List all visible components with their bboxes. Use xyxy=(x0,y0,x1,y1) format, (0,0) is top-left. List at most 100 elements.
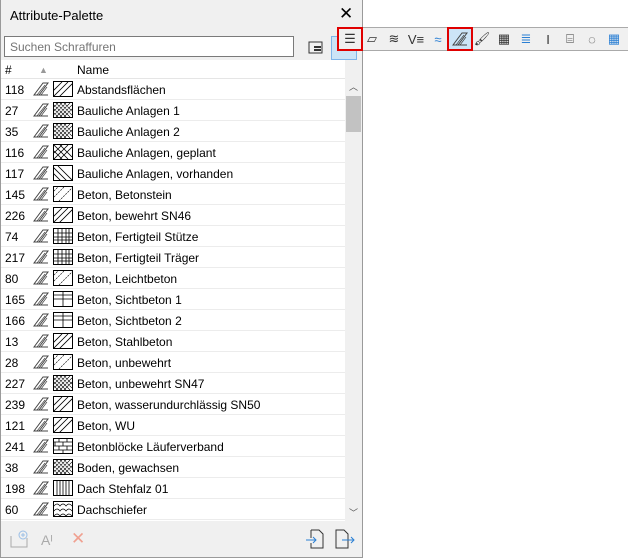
zone-icon[interactable]: ⌸ xyxy=(559,29,581,49)
list-item[interactable]: 80 Beton, Leichtbeton xyxy=(1,268,345,289)
list-item[interactable]: 74 Beton, Fertigteil Stütze xyxy=(1,226,345,247)
list-item[interactable]: 165 Beton, Sichtbeton 1 xyxy=(1,289,345,310)
row-number: 27 xyxy=(5,104,19,118)
pattern-preview-diag xyxy=(53,81,73,97)
row-name: Beton, wasserundurchlässig SN50 xyxy=(77,398,261,412)
list-item[interactable]: 28 Beton, unbewehrt xyxy=(1,352,345,373)
list-item[interactable]: 217 Beton, Fertigteil Träger xyxy=(1,247,345,268)
import-icon[interactable] xyxy=(306,529,324,552)
pattern-preview-brick xyxy=(53,438,73,454)
list-item[interactable]: 117 Bauliche Anlagen, vorhanden xyxy=(1,163,345,184)
row-number: 121 xyxy=(5,419,26,433)
hatch-type-icon xyxy=(33,103,49,120)
hatch-icon[interactable] xyxy=(447,27,473,51)
hatch-type-icon xyxy=(33,460,49,477)
list-item[interactable]: 13 Beton, Stahlbeton xyxy=(1,331,345,352)
profile-icon[interactable]: I xyxy=(537,29,559,49)
folder-list-button[interactable] xyxy=(304,36,328,58)
pattern-preview-vert xyxy=(53,480,73,496)
pattern-preview-dots xyxy=(53,186,73,202)
row-number: 28 xyxy=(5,356,19,370)
row-name: Beton, Fertigteil Stütze xyxy=(77,230,199,244)
pattern-preview-backdiag xyxy=(53,165,73,181)
attribute-list: # ▲ Name 118 Abstandsflächen 27 Bauliche … xyxy=(1,60,345,521)
hatch-type-icon xyxy=(33,334,49,351)
row-name: Bauliche Anlagen, geplant xyxy=(77,146,216,160)
list-item[interactable]: 239 Beton, wasserundurchlässig SN50 xyxy=(1,394,345,415)
list-item[interactable]: 38 Boden, gewachsen xyxy=(1,457,345,478)
hatch-type-icon xyxy=(33,355,49,372)
stair-icon[interactable]: ≋ xyxy=(383,29,405,49)
delete-icon[interactable]: ✕ xyxy=(71,529,85,549)
list-item[interactable]: 35 Bauliche Anlagen 2 xyxy=(1,121,345,142)
column-name[interactable]: Name xyxy=(77,63,109,77)
list-item[interactable]: 241 Betonblöcke Läuferverband xyxy=(1,436,345,457)
scrollbar[interactable]: ︿ ﹀ xyxy=(345,78,362,521)
row-name: Boden, gewachsen xyxy=(77,461,180,475)
pattern-preview-scale xyxy=(53,501,73,517)
slab-icon[interactable]: ▱ xyxy=(361,29,383,49)
list-item[interactable]: 121 Beton, WU xyxy=(1,415,345,436)
attribute-type-toolbar: ☰ ▱ ≋ V≡ ≈ 🖌 ▦ ≣ I ⌸ ◌ ▦ xyxy=(337,27,628,51)
list-item-partial xyxy=(1,520,345,521)
pattern-preview-diag xyxy=(53,417,73,433)
list-item[interactable]: 166 Beton, Sichtbeton 2 xyxy=(1,310,345,331)
row-number: 117 xyxy=(5,167,25,181)
list-item[interactable]: 145 Beton, Betonstein xyxy=(1,184,345,205)
export-icon[interactable] xyxy=(335,529,355,552)
scroll-up-icon[interactable]: ︿ xyxy=(349,80,358,93)
pattern-preview-cross xyxy=(53,102,73,118)
scrollbar-thumb[interactable] xyxy=(346,96,361,132)
list-item[interactable]: 116 Bauliche Anlagen, geplant xyxy=(1,142,345,163)
list-item[interactable]: 227 Beton, unbewehrt SN47 xyxy=(1,373,345,394)
rename-icon[interactable]: Aᴵ xyxy=(41,532,53,548)
row-name: Beton, bewehrt SN46 xyxy=(77,209,192,223)
hatch-type-icon xyxy=(33,208,49,225)
new-attribute-icon[interactable] xyxy=(10,530,28,551)
row-name: Beton, Fertigteil Träger xyxy=(77,251,200,265)
list-item[interactable]: 27 Bauliche Anlagen 1 xyxy=(1,100,345,121)
pattern-preview-cross xyxy=(53,123,73,139)
pattern-preview-biggrid xyxy=(53,291,73,307)
mep-icon[interactable]: ◌ xyxy=(581,29,603,49)
row-name: Beton, Betonstein xyxy=(77,188,172,202)
hatch-type-icon xyxy=(33,145,49,162)
sort-arrow-icon[interactable]: ▲ xyxy=(39,65,48,75)
row-number: 38 xyxy=(5,461,19,475)
column-number[interactable]: # xyxy=(5,63,12,77)
table-icon[interactable]: ▦ xyxy=(603,29,625,49)
list-item[interactable]: 118 Abstandsflächen xyxy=(1,79,345,100)
pattern-preview-bigcross xyxy=(53,144,73,160)
list-item[interactable]: 198 Dach Stehfalz 01 xyxy=(1,478,345,499)
list-icon[interactable]: ☰ xyxy=(337,27,363,51)
hatch-type-icon xyxy=(33,418,49,435)
row-number: 241 xyxy=(5,440,26,454)
list-header: # ▲ Name xyxy=(1,60,345,79)
row-number: 118 xyxy=(5,83,25,97)
list-item[interactable]: 60 Dachschiefer xyxy=(1,499,345,520)
row-number: 226 xyxy=(5,209,26,223)
hatch-type-icon xyxy=(33,166,49,183)
pattern-preview-grid xyxy=(53,249,73,265)
row-name: Beton, WU xyxy=(77,419,136,433)
brick-icon[interactable]: ▦ xyxy=(493,29,515,49)
row-number: 80 xyxy=(5,272,19,286)
paint-icon[interactable]: 🖌 xyxy=(471,29,493,49)
row-name: Beton, Sichtbeton 2 xyxy=(77,314,182,328)
row-number: 145 xyxy=(5,188,26,202)
fill-icon[interactable]: ≈ xyxy=(427,29,449,49)
line-icon[interactable]: V≡ xyxy=(405,29,427,49)
hatch-type-icon xyxy=(33,271,49,288)
search-input[interactable] xyxy=(4,36,294,57)
hatch-type-icon xyxy=(33,124,49,141)
list-item[interactable]: 226 Beton, bewehrt SN46 xyxy=(1,205,345,226)
row-name: Dachschiefer xyxy=(77,503,148,517)
scroll-down-icon[interactable]: ﹀ xyxy=(349,506,358,519)
hatch-type-icon xyxy=(33,397,49,414)
attribute-palette: Attribute-Palette ✕ # ▲ Name 118 Abstand… xyxy=(0,0,363,558)
layers-icon[interactable]: ≣ xyxy=(515,29,537,49)
close-icon[interactable]: ✕ xyxy=(339,4,353,24)
row-number: 60 xyxy=(5,503,19,517)
row-number: 217 xyxy=(5,251,26,265)
row-name: Beton, unbewehrt xyxy=(77,356,172,370)
